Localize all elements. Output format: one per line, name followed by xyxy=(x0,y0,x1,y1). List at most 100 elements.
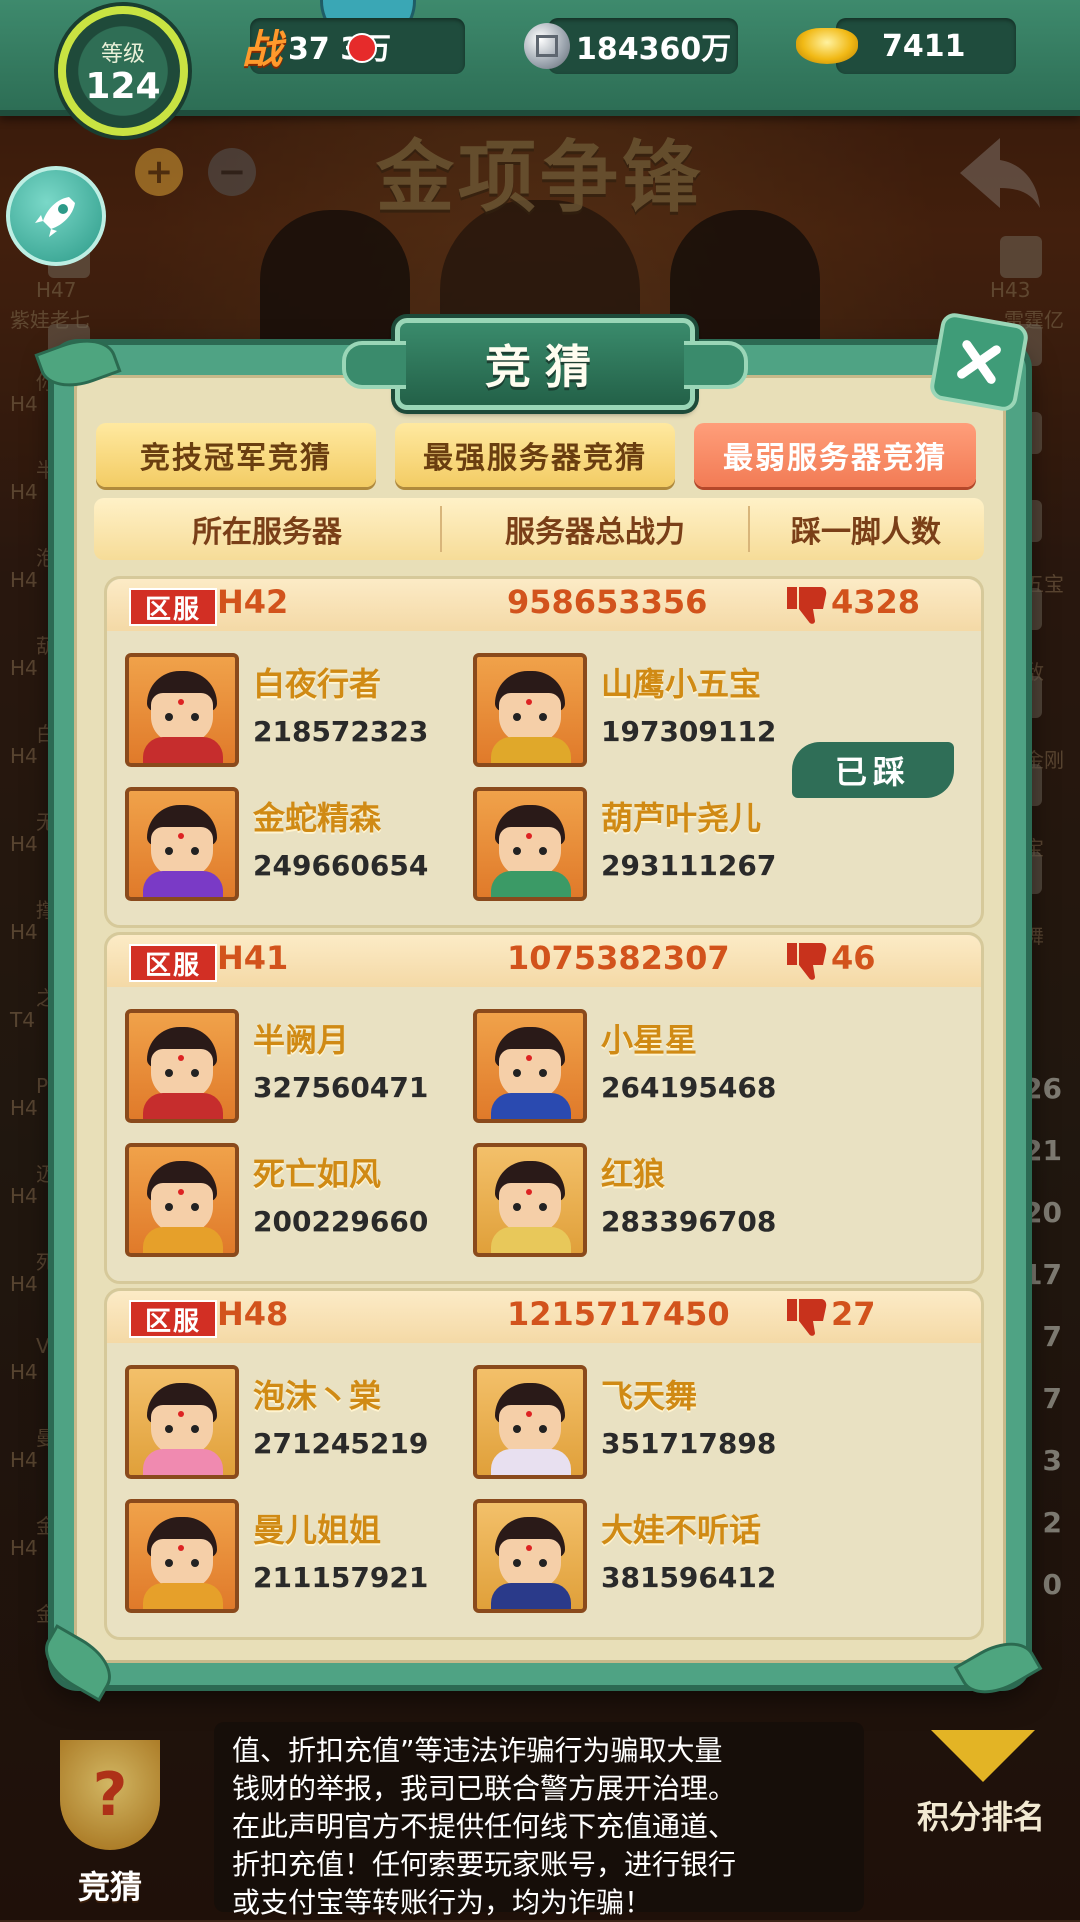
player-avatar[interactable] xyxy=(473,653,587,767)
points-ranking-button[interactable]: 积分排名 xyxy=(896,1730,1066,1850)
server-card-header: 区服 H48 1215717450 27 xyxy=(107,1291,981,1343)
gold-value: 7411 xyxy=(882,28,966,64)
player-avatar[interactable] xyxy=(125,1143,239,1257)
guess-entry-button[interactable]: ? 竞猜 xyxy=(40,1740,180,1910)
server-name: H42 xyxy=(217,583,289,621)
player-power: 200229660 xyxy=(253,1205,429,1238)
player-name: 泡沫丶棠 xyxy=(253,1377,382,1415)
player-avatar[interactable] xyxy=(125,1499,239,1613)
server-badge: 区服 xyxy=(129,588,217,626)
player-power: 271245219 xyxy=(253,1427,429,1460)
tab-champion-guess[interactable]: 竞技冠军竞猜 xyxy=(96,423,376,487)
rocket-button[interactable] xyxy=(6,166,106,266)
zoom-out-button[interactable]: − xyxy=(208,148,256,196)
player-name: 红狼 xyxy=(601,1155,666,1193)
silver-box[interactable]: 184360万 xyxy=(524,18,738,74)
player-power: 283396708 xyxy=(601,1205,777,1238)
silver-value: 184360万 xyxy=(576,32,732,67)
player-name: 大娃不听话 xyxy=(601,1511,762,1549)
level-value: 124 xyxy=(85,65,161,107)
server-badge: 区服 xyxy=(129,944,217,982)
player-entry[interactable]: 葫芦叶尧儿 293111267 xyxy=(473,787,813,907)
player-entry[interactable]: 飞天舞 351717898 xyxy=(473,1365,813,1485)
gold-ingot-icon xyxy=(796,28,858,64)
thumbs-down-icon[interactable] xyxy=(785,1297,829,1337)
server-card-header: 区服 H41 1075382307 46 xyxy=(107,935,981,987)
player-power: 218572323 xyxy=(253,715,429,748)
player-avatar[interactable] xyxy=(473,1499,587,1613)
player-power: 351717898 xyxy=(601,1427,777,1460)
level-badge[interactable]: 等级 124 xyxy=(58,6,188,136)
player-entry[interactable]: 白夜行者 218572323 xyxy=(125,653,465,773)
close-icon xyxy=(957,340,1001,384)
thumbs-down-icon[interactable] xyxy=(785,585,829,625)
close-button[interactable] xyxy=(928,311,1030,413)
player-name: 曼儿姐姐 xyxy=(253,1511,382,1549)
gold-box[interactable]: 7411 xyxy=(796,18,1016,74)
notice-line: 钱财的举报，我司已联合警方展开治理。 xyxy=(232,1772,737,1805)
player-power: 249660654 xyxy=(253,849,429,882)
player-power: 211157921 xyxy=(253,1561,429,1594)
player-power: 264195468 xyxy=(601,1071,777,1104)
player-avatar[interactable] xyxy=(473,1365,587,1479)
tab-strongest-server[interactable]: 最强服务器竞猜 xyxy=(395,423,675,487)
server-total-power: 1075382307 xyxy=(507,939,730,977)
stomped-button[interactable]: 已踩 xyxy=(792,742,954,798)
player-name: 半阙月 xyxy=(253,1021,350,1059)
server-card-header: 区服 H42 958653356 4328 xyxy=(107,579,981,631)
player-entry[interactable]: 小星星 264195468 xyxy=(473,1009,813,1129)
player-avatar[interactable] xyxy=(473,1143,587,1257)
player-avatar[interactable] xyxy=(125,787,239,901)
player-power: 293111267 xyxy=(601,849,777,882)
table-header: 所在服务器 服务器总战力 踩一脚人数 xyxy=(94,498,984,560)
player-name: 白夜行者 xyxy=(253,665,382,703)
zoom-in-button[interactable]: + xyxy=(135,148,183,196)
player-name: 山鹰小五宝 xyxy=(601,665,762,703)
notice-line: 值、折扣充值”等违法诈骗行为骗取大量 xyxy=(232,1734,723,1767)
notification-dot xyxy=(347,33,377,63)
thumbs-down-icon[interactable] xyxy=(785,941,829,981)
dialog-title: 竞猜 xyxy=(485,340,605,394)
stomp-count: 4328 xyxy=(831,583,921,621)
player-entry[interactable]: 山鹰小五宝 197309112 xyxy=(473,653,813,773)
player-avatar[interactable] xyxy=(473,787,587,901)
server-card[interactable]: 区服 H41 1075382307 46 半阙月 327560471 小星星 26419546… xyxy=(104,932,984,1284)
player-entry[interactable]: 泡沫丶棠 271245219 xyxy=(125,1365,465,1485)
silver-coin-icon xyxy=(524,23,570,69)
dialog-title-plate: 竞猜 xyxy=(342,318,748,410)
header-total-power: 服务器总战力 xyxy=(505,515,685,550)
player-avatar[interactable] xyxy=(125,1009,239,1123)
player-entry[interactable]: 大娃不听话 381596412 xyxy=(473,1499,813,1619)
player-name: 葫芦叶尧儿 xyxy=(601,799,762,837)
player-name: 金蛇精森 xyxy=(253,799,382,837)
player-name: 飞天舞 xyxy=(601,1377,698,1415)
player-entry[interactable]: 死亡如风 200229660 xyxy=(125,1143,465,1263)
server-card[interactable]: 区服 H48 1215717450 27 泡沫丶棠 271245219 飞天舞 3517178… xyxy=(104,1288,984,1640)
server-name: H41 xyxy=(217,939,289,977)
level-label: 等级 xyxy=(100,41,145,67)
player-power: 327560471 xyxy=(253,1071,429,1104)
player-power: 197309112 xyxy=(601,715,777,748)
player-name: 小星星 xyxy=(601,1021,698,1059)
server-total-power: 1215717450 xyxy=(507,1295,730,1333)
guess-entry-label: 竞猜 xyxy=(77,1868,142,1906)
rocket-icon xyxy=(35,197,75,237)
player-name: 死亡如风 xyxy=(253,1155,382,1193)
player-entry[interactable]: 曼儿姐姐 211157921 xyxy=(125,1499,465,1619)
player-entry[interactable]: 半阙月 327560471 xyxy=(125,1009,465,1129)
return-icon[interactable] xyxy=(940,128,1050,228)
player-avatar[interactable] xyxy=(125,1365,239,1479)
anti-fraud-notice: 值、折扣充值”等违法诈骗行为骗取大量 钱财的举报，我司已联合警方展开治理。 在此… xyxy=(214,1722,864,1919)
player-entry[interactable]: 红狼 283396708 xyxy=(473,1143,813,1263)
player-avatar[interactable] xyxy=(125,653,239,767)
stomp-count: 46 xyxy=(831,939,876,977)
tab-weakest-server[interactable]: 最弱服务器竞猜 xyxy=(694,423,976,487)
player-entry[interactable]: 金蛇精森 249660654 xyxy=(125,787,465,907)
server-badge: 区服 xyxy=(129,1300,217,1338)
stomp-count: 27 xyxy=(831,1295,876,1333)
player-avatar[interactable] xyxy=(473,1009,587,1123)
server-total-power: 958653356 xyxy=(507,583,708,621)
points-ranking-label: 积分排名 xyxy=(916,1798,1045,1836)
combat-power-icon: 战 xyxy=(242,26,282,73)
header-stomp-count: 踩一脚人数 xyxy=(791,515,941,550)
